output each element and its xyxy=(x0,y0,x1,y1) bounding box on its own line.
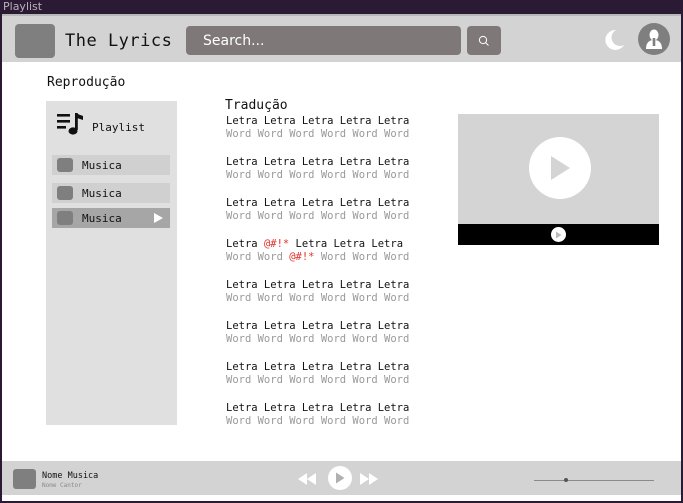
now-playing-artist: Nome Cantor xyxy=(42,482,82,489)
progress-slider[interactable] xyxy=(534,478,654,482)
search-input[interactable] xyxy=(186,26,461,55)
lyric-line: Letra Letra Letra Letra Letra xyxy=(226,156,410,168)
user-icon xyxy=(646,29,662,49)
logo[interactable] xyxy=(15,24,55,58)
censored-word: @#!* xyxy=(263,238,290,250)
censored-word: @#!* xyxy=(289,251,315,263)
lyric-stanza: Letra Letra Letra Letra Letra Word Word … xyxy=(226,115,409,141)
track-label: Musica xyxy=(82,186,122,200)
playlist-label: Playlist xyxy=(92,120,145,134)
play-icon[interactable] xyxy=(153,212,164,224)
app-window: The Lyrics Reprodução xyxy=(2,14,681,501)
search-button[interactable] xyxy=(467,26,501,55)
track-thumbnail xyxy=(57,186,73,200)
translation-line: Word Word Word Word Word Word xyxy=(226,128,410,140)
playlist-track-active[interactable]: Musica xyxy=(52,208,170,228)
playlist-header[interactable]: Playlist xyxy=(56,111,145,137)
play-icon xyxy=(556,231,562,238)
translation-line: Word Word @#!* Word Word Word xyxy=(226,251,409,264)
lyric-stanza: Letra Letra Letra Letra Letra Word Word … xyxy=(226,156,409,182)
lyric-line: Letra Letra Letra Letra Letra xyxy=(226,197,410,209)
translation-line: Word Word Word Word Word Word xyxy=(226,333,410,345)
track-thumbnail xyxy=(57,158,73,172)
track-label: Musica xyxy=(82,211,122,225)
translation-line: Word Word Word Word Word Word xyxy=(226,415,410,427)
lyric-line: Letra Letra Letra Letra Letra xyxy=(226,279,410,291)
window-title: Playlist xyxy=(0,0,683,14)
section-title: Reprodução xyxy=(47,75,126,90)
video-play-button[interactable] xyxy=(529,137,591,199)
play-button[interactable] xyxy=(328,466,352,490)
bottom-player-bar: Nome Musica Nome Cantor xyxy=(2,461,681,495)
translation-text: Word Word Word xyxy=(314,251,410,263)
playlist-track[interactable]: Musica xyxy=(52,155,170,175)
play-icon xyxy=(551,156,570,180)
top-bar: The Lyrics xyxy=(2,14,681,62)
translation-line: Word Word Word Word Word Word xyxy=(226,169,410,181)
moon-icon[interactable] xyxy=(600,27,626,53)
now-playing-title: Nome Musica xyxy=(42,471,99,481)
lyric-stanza: Letra Letra Letra Letra Letra Word Word … xyxy=(226,320,409,346)
translation-line: Word Word Word Word Word Word xyxy=(226,374,410,386)
lyric-stanza-censored: Letra @#!* Letra Letra Letra Word Word @… xyxy=(226,238,409,264)
rewind-icon[interactable] xyxy=(297,472,317,486)
translation-line: Word Word Word Word Word Word xyxy=(226,292,410,304)
lyric-line: Letra Letra Letra Letra Letra xyxy=(226,115,410,127)
avatar[interactable] xyxy=(638,23,670,55)
magnifier-icon xyxy=(478,35,489,46)
playlist-sidebar: Playlist Musica Musica Musica xyxy=(46,101,177,425)
lyric-text: Letra xyxy=(226,238,264,250)
translation-line: Word Word Word Word Word Word xyxy=(226,210,410,222)
lyric-line: Letra Letra Letra Letra Letra xyxy=(226,402,410,414)
video-small-play-button[interactable] xyxy=(551,227,566,242)
lyric-text: Letra Letra Letra xyxy=(289,238,404,250)
lyric-stanza: Letra Letra Letra Letra Letra Word Word … xyxy=(226,279,409,305)
video-player[interactable] xyxy=(458,114,659,245)
lyrics-title: Tradução xyxy=(225,98,288,113)
progress-handle[interactable] xyxy=(564,478,569,482)
track-thumbnail xyxy=(57,211,73,225)
app-title: The Lyrics xyxy=(65,31,173,51)
play-icon xyxy=(336,472,345,484)
now-playing-thumbnail xyxy=(13,469,36,489)
lyric-line: Letra @#!* Letra Letra Letra xyxy=(226,238,409,251)
track-label: Musica xyxy=(82,158,122,172)
translation-text: Word Word xyxy=(226,251,290,263)
lyric-stanza: Letra Letra Letra Letra Letra Word Word … xyxy=(226,197,409,223)
playlist-music-icon xyxy=(57,113,83,135)
playlist-track[interactable]: Musica xyxy=(52,183,170,203)
video-control-bar xyxy=(458,224,659,245)
lyric-line: Letra Letra Letra Letra Letra xyxy=(226,320,410,332)
lyric-stanza: Letra Letra Letra Letra Letra Word Word … xyxy=(226,402,409,428)
fast-forward-icon[interactable] xyxy=(359,472,379,486)
lyric-stanza: Letra Letra Letra Letra Letra Word Word … xyxy=(226,361,409,387)
lyric-line: Letra Letra Letra Letra Letra xyxy=(226,361,410,373)
